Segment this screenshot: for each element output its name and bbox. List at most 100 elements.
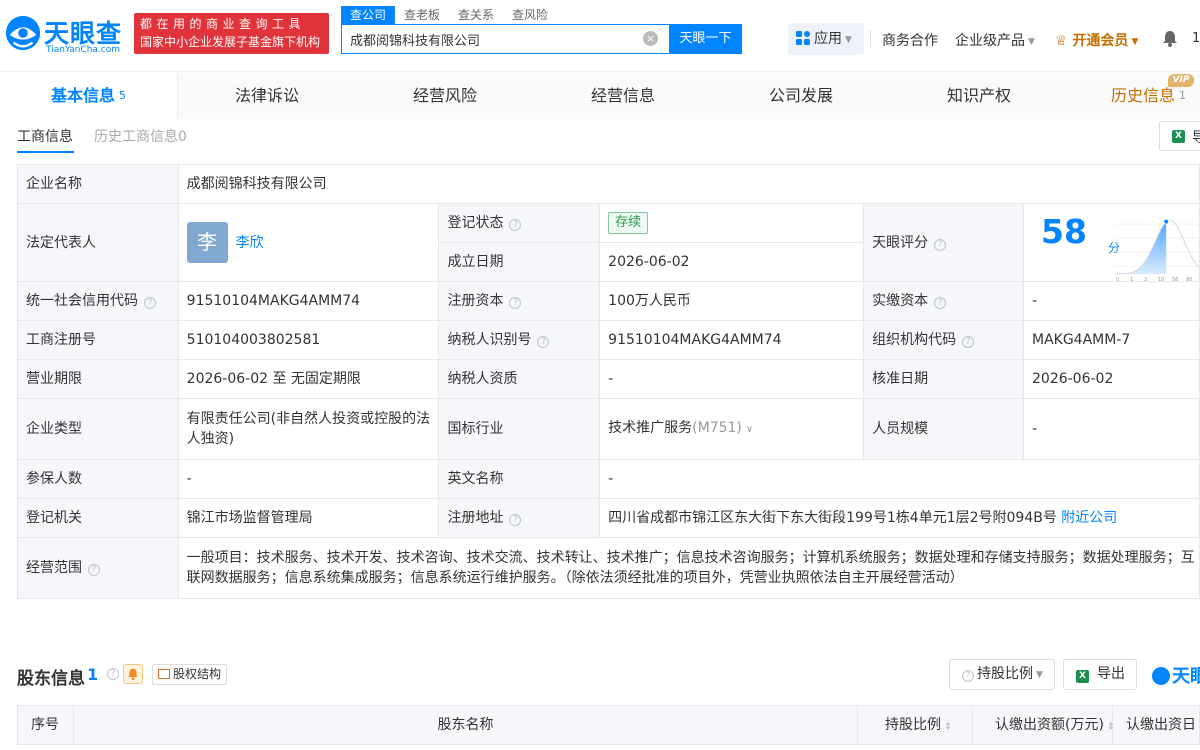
legal-rep-label: 法定代表人 [17, 203, 179, 282]
help-icon[interactable]: ? [509, 297, 522, 309]
export-mini-button[interactable]: X 导 [1159, 121, 1200, 151]
search-box: × 天眼一下 [341, 24, 742, 54]
company-name-label: 企业名称 [17, 164, 179, 204]
avatar[interactable]: 李 [186, 222, 228, 263]
authority-value: 锦江市场监督管理局 [177, 498, 440, 538]
paid-capital-label: 实缴资本 [872, 293, 929, 309]
col-holding-ratio-label: 持股比例 [885, 717, 941, 733]
col-subscribed-amount-label: 认缴出资额(万元) [995, 717, 1104, 733]
search-button[interactable]: 天眼一下 [669, 24, 742, 54]
type-label: 企业类型 [17, 398, 179, 460]
credit-code-label-cell: 统一社会信用代码? [17, 281, 179, 321]
tab-ip[interactable]: 知识产权 [890, 73, 1068, 119]
reg-no-label: 工商注册号 [17, 320, 179, 360]
nearby-companies-link[interactable]: 附近公司 [1061, 510, 1117, 526]
help-icon[interactable]: ? [107, 668, 119, 680]
help-icon[interactable]: ? [934, 238, 947, 251]
taxpayer-id-value: 91510104MAKG4AMM74 [599, 320, 865, 360]
vip-open-link[interactable]: ♕ 开通会员 ▼ [1055, 30, 1138, 50]
nav-divider [870, 30, 871, 46]
crown-icon: ♕ [1055, 33, 1068, 49]
help-icon[interactable]: ? [88, 564, 100, 576]
tab-development[interactable]: 公司发展 [712, 73, 890, 119]
logo-eye-icon [1152, 667, 1170, 685]
apps-menu-button[interactable]: 应用 ▼ [788, 23, 864, 55]
export-button[interactable]: X 导出 [1063, 659, 1137, 690]
tianyancha-logo[interactable]: 天眼查 TianYanCha.com [4, 12, 130, 56]
score-tick-label: 58 [1172, 277, 1178, 282]
apps-grid-icon [796, 31, 810, 45]
paid-capital-value: - [1023, 281, 1200, 321]
legal-rep-name-link[interactable]: 李欣 [236, 235, 264, 251]
subtab-business-info[interactable]: 工商信息 [17, 126, 73, 146]
address-value: 四川省成都市锦江区东大街下东大街段199号1栋4单元1层2号附094B号 [608, 510, 1057, 526]
subtab-underline [17, 151, 74, 153]
enterprise-products-link[interactable]: 企业级产品 ▼ [955, 30, 1035, 50]
brand-domain: TianYanCha.com [46, 45, 121, 55]
subtab-history-business-info[interactable]: 历史工商信息0 [94, 126, 187, 146]
tab-legal[interactable]: 法律诉讼 [178, 73, 356, 119]
industry-cell[interactable]: 技术推广服务(M751) ∨ [599, 398, 865, 460]
equity-structure-button[interactable]: 股权结构 [152, 664, 228, 685]
tab-basic-count: 5 [119, 89, 126, 102]
search-tab-relation[interactable]: 查关系 [449, 6, 503, 24]
col-subscribed-amount[interactable]: 认缴出资额(万元) ⇕ [973, 706, 1114, 744]
search-tab-company[interactable]: 查公司 [341, 6, 396, 24]
score-tick-label: 0 [1116, 277, 1119, 282]
address-cell: 四川省成都市锦江区东大街下东大街段199号1栋4单元1层2号附094B号 附近公… [599, 498, 1200, 538]
founded-label: 成立日期 [438, 242, 601, 282]
bell-icon[interactable] [1162, 30, 1178, 47]
search-type-tabs: 查公司 查老板 查关系 查风险 [341, 6, 557, 24]
approval-date-label: 核准日期 [863, 359, 1024, 399]
tianyan-mini-brand[interactable]: 天眼 [1152, 662, 1200, 688]
tab-history-label: 历史信息 [1111, 86, 1176, 105]
business-link[interactable]: 商务合作 [882, 30, 938, 50]
export-label: 导出 [1097, 666, 1125, 682]
score-label-cell: 天眼评分? [863, 203, 1024, 282]
excel-icon: X [1172, 130, 1185, 143]
col-holding-ratio[interactable]: 持股比例 ⇕ [858, 706, 973, 744]
help-icon[interactable]: ? [934, 297, 947, 309]
reg-no-value: 510104003802581 [177, 320, 440, 360]
help-icon[interactable]: ? [962, 336, 975, 348]
score-tick-label: 3 [1144, 277, 1147, 282]
structure-icon [158, 669, 170, 679]
chevron-down-icon: ▼ [1028, 37, 1035, 47]
scope-value: 一般项目：技术服务、技术开发、技术咨询、技术交流、技术转让、技术推广；信息技术咨… [177, 537, 1200, 599]
status-badge: 存续 [608, 212, 649, 234]
tab-operation[interactable]: 经营信息 [534, 73, 712, 119]
org-code-label: 组织机构代码 [872, 332, 957, 348]
industry-value: 技术推广服务 [608, 420, 693, 436]
staff-value: - [1023, 398, 1200, 460]
tab-basic-info[interactable]: 基本信息 5 [0, 73, 178, 119]
help-icon[interactable]: ? [144, 297, 156, 309]
paid-capital-label-cell: 实缴资本? [863, 281, 1024, 321]
reg-status-label: 登记状态 [447, 215, 504, 231]
address-label-cell: 注册地址? [438, 498, 601, 538]
search-tab-risk[interactable]: 查风险 [503, 6, 557, 24]
insured-value: - [177, 459, 440, 499]
chevron-down-icon: ▼ [1131, 37, 1139, 47]
help-icon[interactable]: ? [509, 219, 522, 231]
brand-mini-label: 天眼 [1172, 666, 1200, 687]
score-cell[interactable]: 58 分 01310588097 [1023, 203, 1200, 282]
monitor-bell-button[interactable] [123, 664, 143, 684]
top-counter: 1 [1192, 31, 1200, 46]
insured-label: 参保人数 [17, 459, 179, 499]
apps-label: 应用 [814, 31, 842, 47]
org-code-label-cell: 组织机构代码? [863, 320, 1024, 360]
tab-risk[interactable]: 经营风险 [356, 73, 534, 119]
col-subscribed-date: 认缴出资日 [1126, 717, 1196, 733]
clear-icon[interactable]: × [643, 31, 658, 46]
col-index: 序号 [18, 706, 74, 744]
help-icon[interactable]: ? [509, 514, 522, 526]
credit-code-label: 统一社会信用代码 [26, 293, 138, 309]
search-tab-boss[interactable]: 查老板 [395, 6, 449, 24]
search-input[interactable] [342, 25, 632, 53]
reg-capital-label: 注册资本 [447, 293, 504, 309]
industry-code: (M751) [692, 420, 742, 436]
bell-icon [128, 668, 138, 681]
vip-label: 开通会员 [1072, 33, 1129, 49]
holding-ratio-sort-button[interactable]: ? 持股比例 ▼ [949, 659, 1055, 690]
help-icon[interactable]: ? [537, 336, 550, 348]
